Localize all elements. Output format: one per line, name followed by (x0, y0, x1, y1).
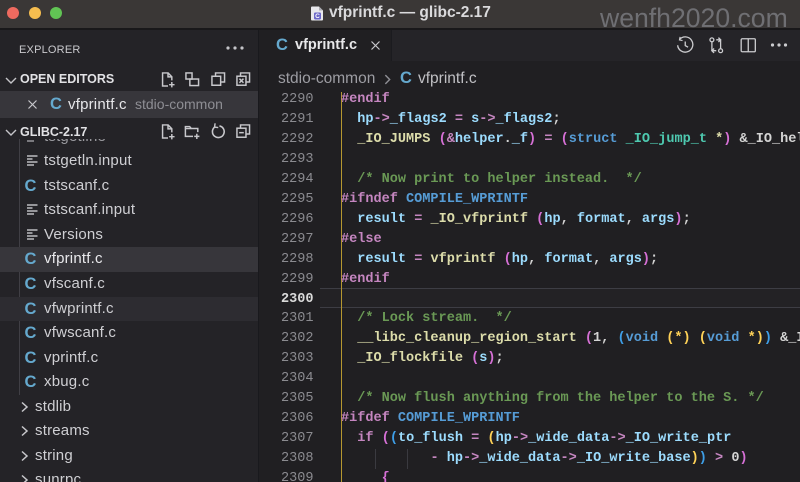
svg-text:C: C (315, 13, 320, 20)
